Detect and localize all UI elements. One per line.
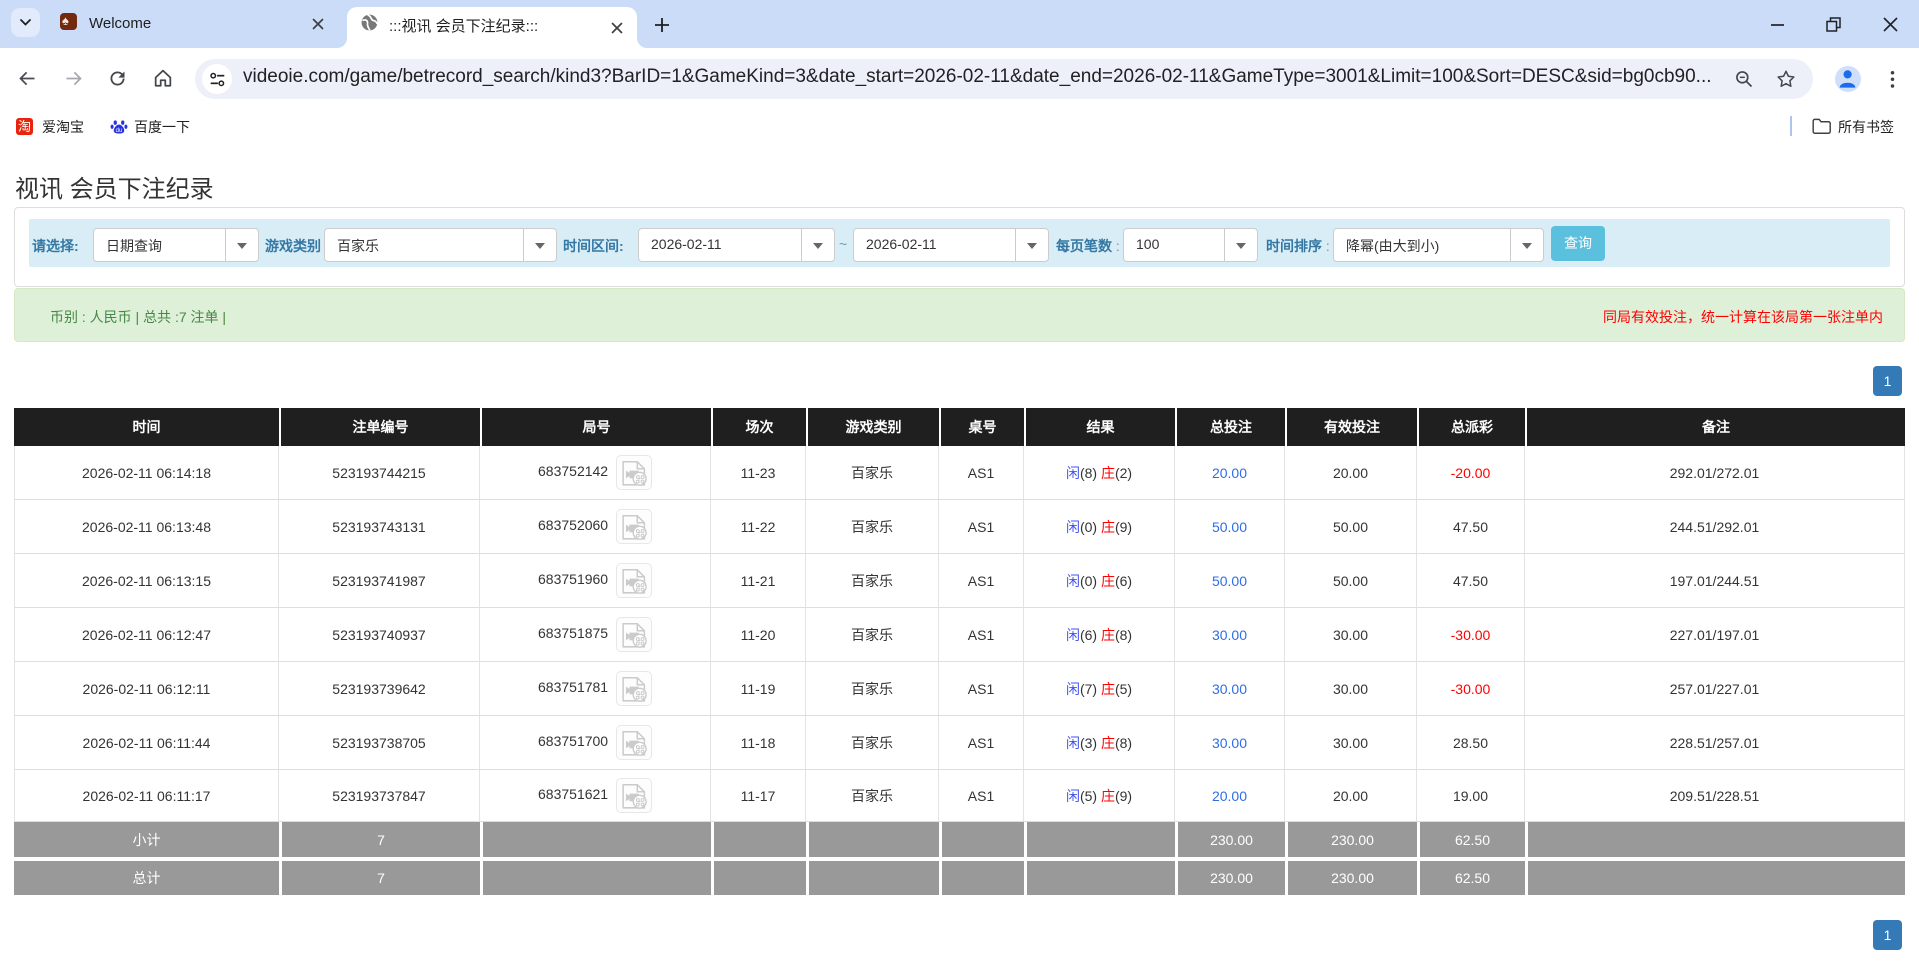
svg-text:du: du [116, 128, 123, 134]
